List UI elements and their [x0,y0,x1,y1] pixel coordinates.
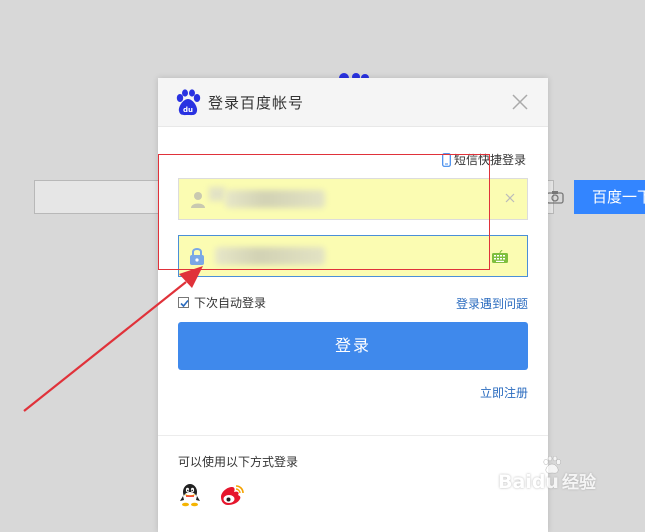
remember-label: 下次自动登录 [194,296,267,310]
remember-checkbox[interactable] [178,297,189,308]
background-search-button[interactable]: 百度一下 [574,180,645,214]
qq-icon[interactable] [179,483,201,507]
dialog-header: du 登录百度帐号 [158,78,548,127]
remember-me[interactable]: 下次自动登录 [178,294,266,311]
soft-keyboard-icon[interactable] [491,250,509,264]
watermark-suffix: 经验 [561,473,596,493]
dialog-title: 登录百度帐号 [208,94,305,112]
weibo-icon[interactable] [218,484,244,506]
register-link[interactable]: 立即注册 [480,384,528,401]
other-methods-label: 可以使用以下方式登录 [178,455,299,469]
login-dialog: du 登录百度帐号 短信快捷登录 下次自动登录 登录遇到问题 登录 立即注册 可… [158,78,548,532]
clear-username-icon[interactable] [505,193,515,203]
login-problem-link[interactable]: 登录遇到问题 [456,295,528,312]
annotation-highlight-box [158,154,490,270]
baidu-paw-logo-icon: du [176,89,201,116]
close-icon[interactable] [511,93,529,111]
login-button[interactable]: 登录 [178,322,528,370]
svg-text:du: du [183,106,193,114]
divider [158,435,548,436]
